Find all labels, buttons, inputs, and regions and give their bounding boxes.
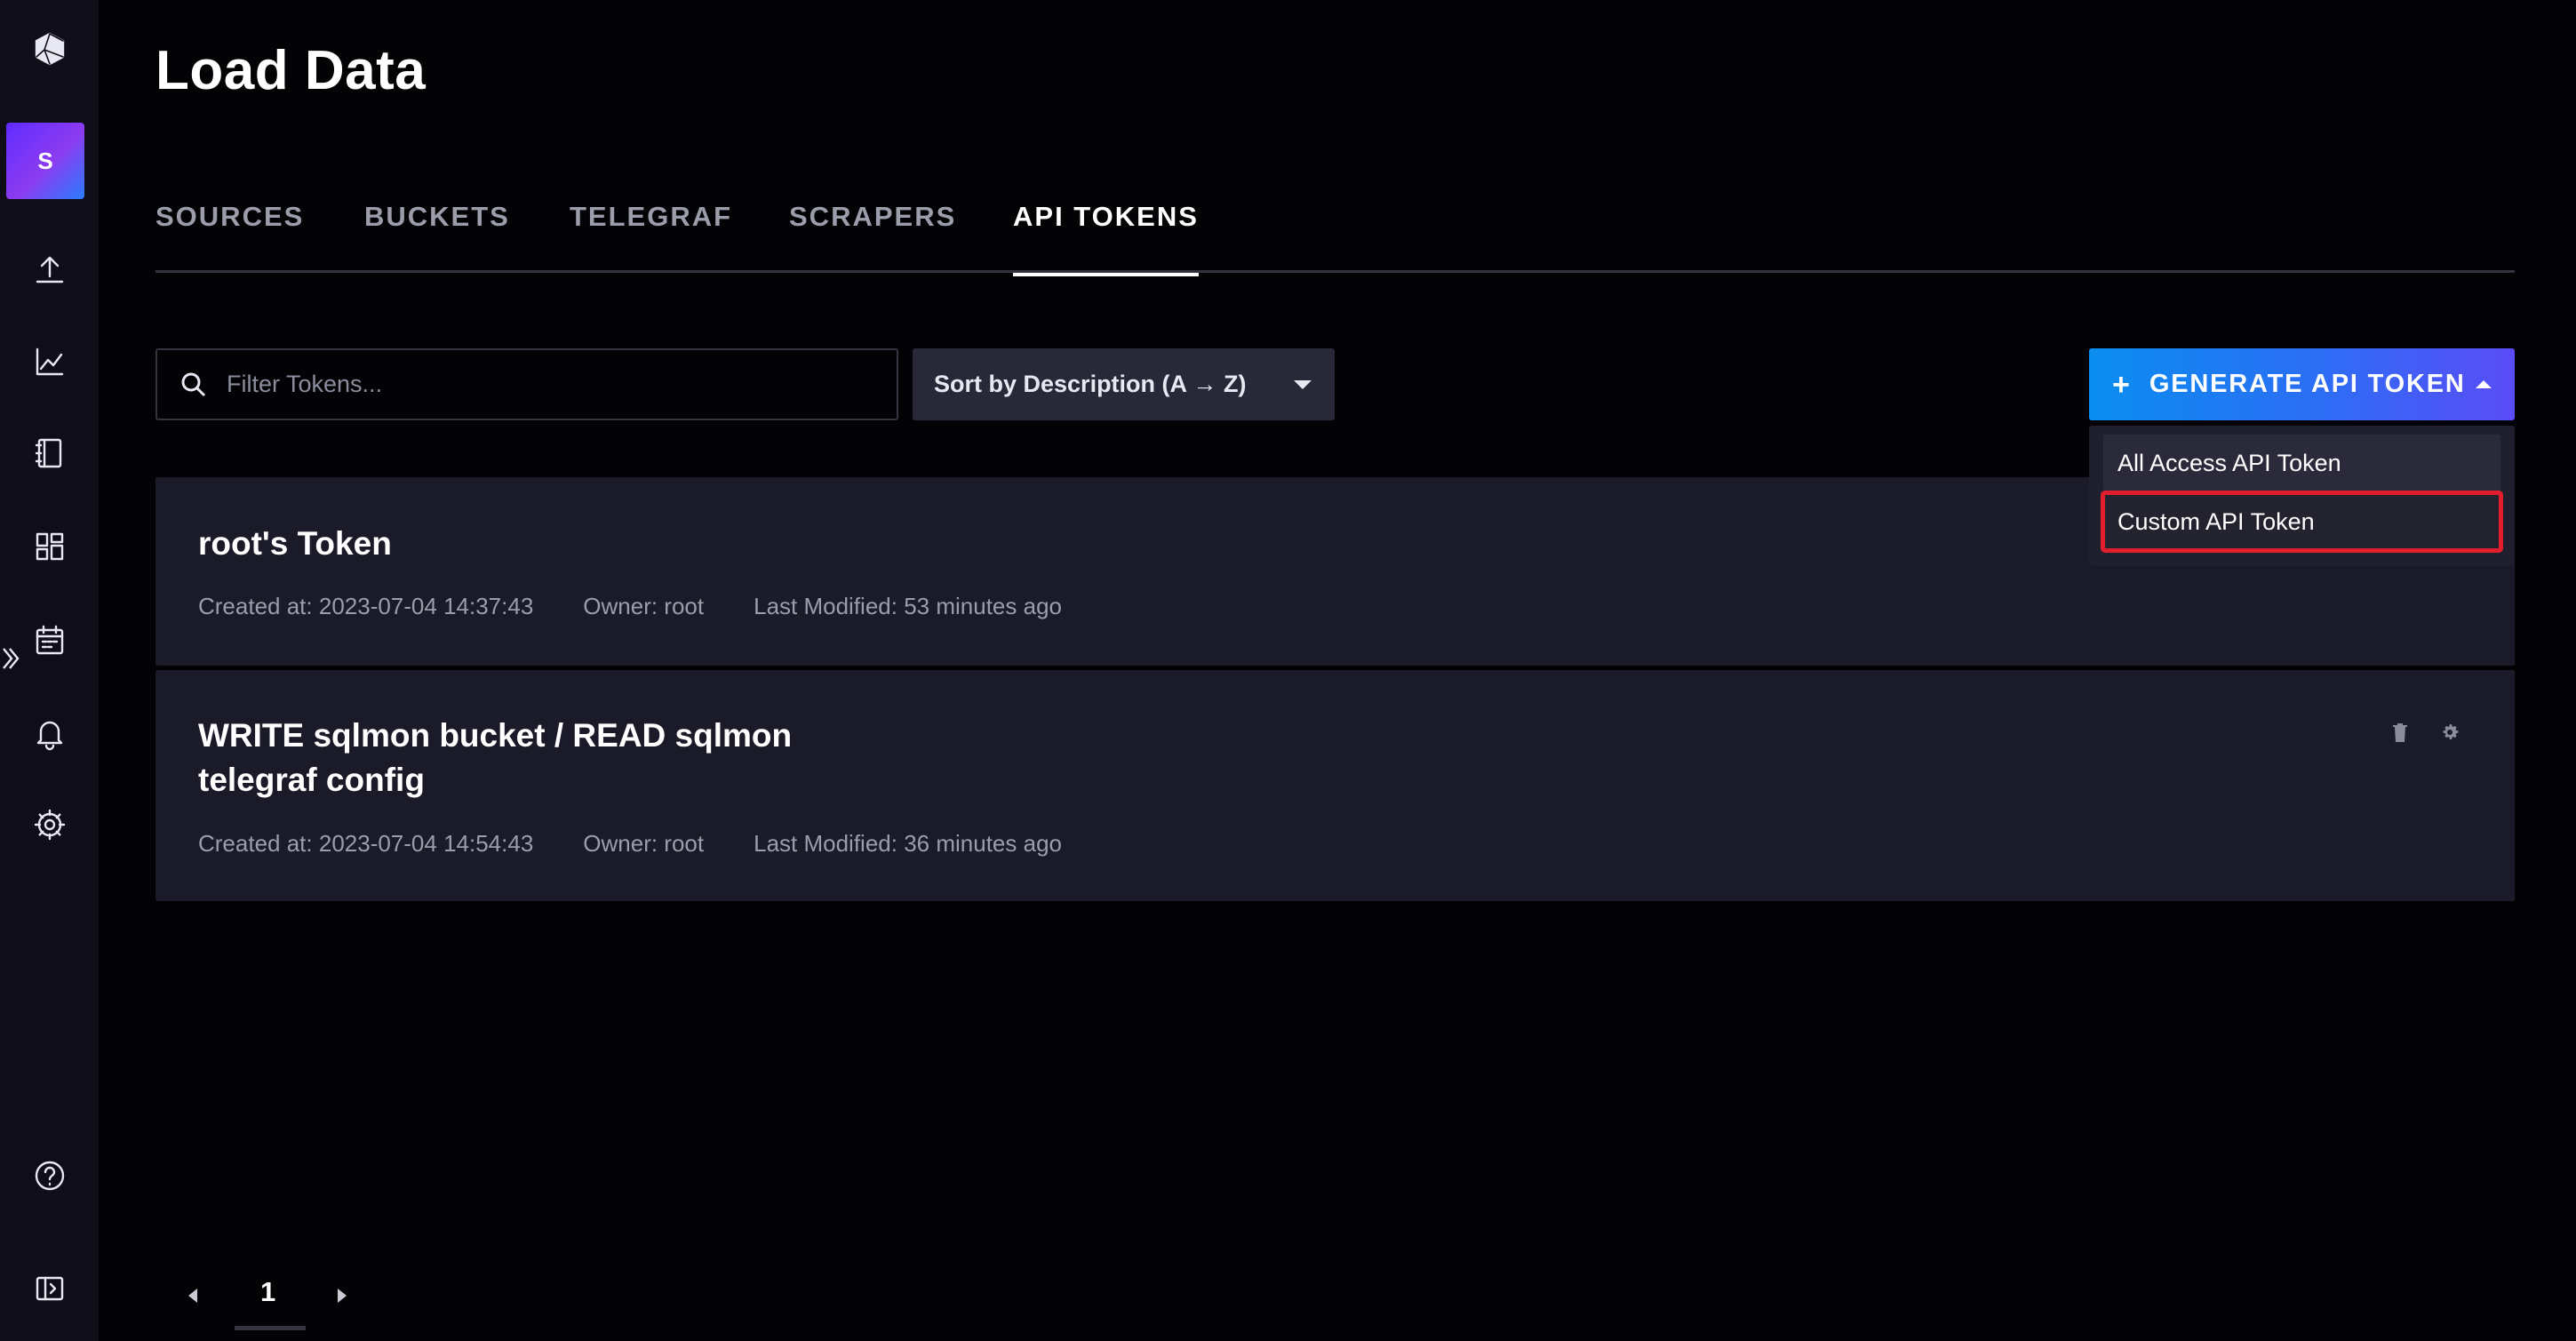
page-title: Load Data	[156, 40, 427, 101]
token-title-line: telegraf config	[198, 762, 425, 798]
gear-icon[interactable]	[2438, 721, 2461, 744]
upload-icon[interactable]	[0, 238, 99, 300]
plus-icon: +	[2112, 367, 2130, 402]
page-number[interactable]: 1	[260, 1276, 275, 1308]
sort-dropdown[interactable]: Sort by Description (A → Z)	[913, 348, 1335, 420]
token-actions	[2389, 721, 2461, 744]
generate-token-menu: All Access API Token Custom API Token	[2089, 426, 2515, 566]
prev-page-icon[interactable]	[188, 1289, 197, 1303]
tab-scrapers[interactable]: SCRAPERS	[789, 201, 956, 274]
app-root: S Load Data SOURCES BUCKETS TELEGRAF SCR…	[0, 0, 2576, 1341]
token-modified: Last Modified: 53 minutes ago	[754, 593, 1062, 619]
token-owner: Owner: root	[583, 830, 705, 857]
next-page-icon[interactable]	[338, 1289, 347, 1303]
search-input[interactable]	[209, 350, 897, 419]
tab-api-tokens[interactable]: API TOKENS	[1013, 201, 1199, 276]
notebook-icon[interactable]	[0, 422, 99, 484]
expand-chevron-icon[interactable]	[0, 643, 21, 674]
chevron-down-icon	[1294, 379, 1312, 389]
bell-icon[interactable]	[0, 702, 99, 764]
tab-telegraf[interactable]: TELEGRAF	[570, 201, 732, 274]
token-meta: Created at: 2023-07-04 14:54:43 Owner: r…	[198, 830, 1112, 858]
org-initial: S	[37, 147, 53, 174]
token-created: Created at: 2023-07-04 14:54:43	[198, 830, 534, 857]
token-card: WRITE sqlmon bucket / READ sqlmon telegr…	[156, 670, 2515, 901]
chart-icon[interactable]	[0, 331, 99, 393]
generate-api-token-button[interactable]: + GENERATE API TOKEN	[2089, 348, 2515, 420]
logo-icon[interactable]	[0, 18, 99, 80]
menu-item-custom-token[interactable]: Custom API Token	[2101, 491, 2503, 553]
search-box	[156, 348, 898, 420]
menu-item-all-access-token[interactable]: All Access API Token	[2103, 435, 2500, 491]
token-meta: Created at: 2023-07-04 14:37:43 Owner: r…	[198, 593, 1112, 620]
gear-icon[interactable]	[0, 794, 99, 856]
org-avatar[interactable]: S	[6, 123, 84, 199]
token-modified: Last Modified: 36 minutes ago	[754, 830, 1062, 857]
token-created: Created at: 2023-07-04 14:37:43	[198, 593, 534, 619]
tab-buckets[interactable]: BUCKETS	[364, 201, 510, 274]
generate-button-label: GENERATE API TOKEN	[2149, 370, 2466, 398]
page-underline	[235, 1326, 306, 1330]
tabs-divider	[156, 270, 2515, 273]
token-owner: Owner: root	[583, 593, 705, 619]
token-title-line: WRITE sqlmon bucket / READ sqlmon	[198, 717, 793, 754]
token-title[interactable]: WRITE sqlmon bucket / READ sqlmon telegr…	[198, 714, 792, 802]
tab-sources[interactable]: SOURCES	[156, 201, 304, 274]
help-icon[interactable]	[0, 1145, 99, 1207]
dashboard-icon[interactable]	[0, 515, 99, 578]
chevron-up-icon	[2476, 380, 2492, 388]
trash-icon[interactable]	[2389, 721, 2412, 744]
sort-label: Sort by Description (A → Z)	[934, 371, 1247, 397]
search-icon	[181, 372, 206, 396]
collapse-panel-icon[interactable]	[0, 1257, 99, 1320]
token-title[interactable]: root's Token	[198, 522, 392, 566]
sidebar: S	[0, 0, 99, 1341]
